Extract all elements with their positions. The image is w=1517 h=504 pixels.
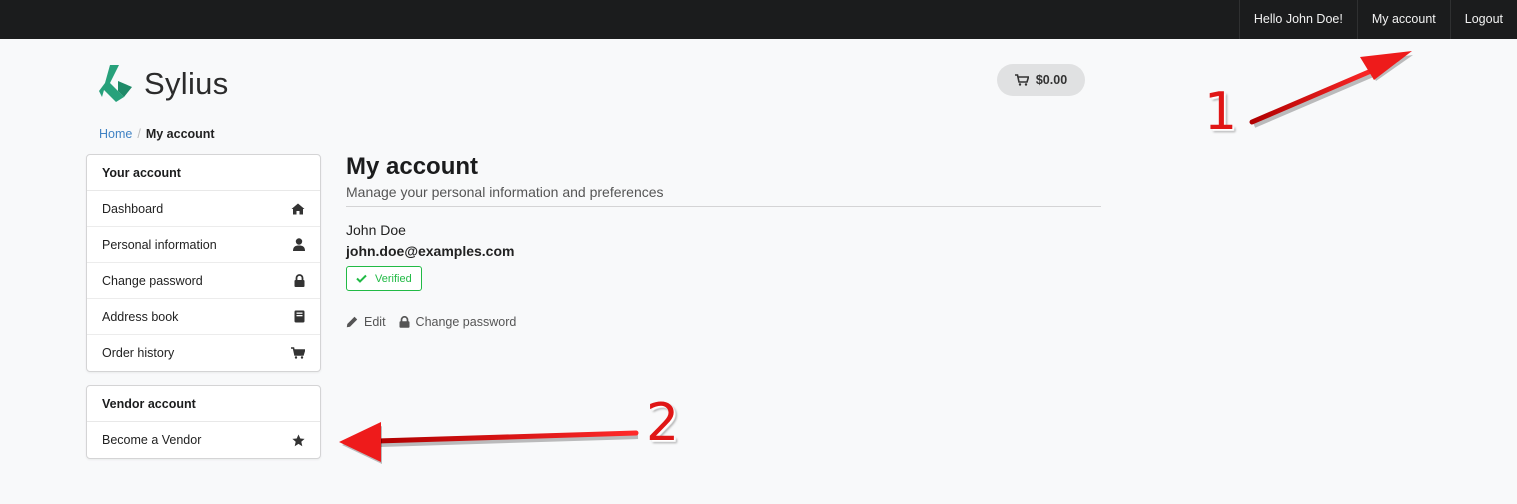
sidebar-item-label: Become a Vendor bbox=[102, 433, 202, 447]
sidebar-item-label: Dashboard bbox=[102, 201, 164, 216]
breadcrumb-home[interactable]: Home bbox=[99, 127, 132, 141]
greeting-text: Hello John Doe! bbox=[1238, 0, 1357, 39]
my-account-link[interactable]: My account bbox=[1356, 0, 1450, 39]
top-bar: Hello John Doe! My account Logout bbox=[0, 0, 1517, 39]
breadcrumb: Home / My account bbox=[99, 127, 215, 141]
breadcrumb-current: My account bbox=[145, 127, 215, 141]
verified-badge: Verified bbox=[346, 266, 422, 291]
edit-button[interactable]: Edit bbox=[346, 315, 386, 329]
sidebar-item-dashboard[interactable]: Dashboard bbox=[87, 191, 320, 227]
account-actions: Edit Change password bbox=[346, 315, 1101, 329]
page-title: My account bbox=[346, 153, 479, 180]
annotation-number-2: 2 bbox=[646, 393, 680, 453]
sidebar-item-label: Change password bbox=[102, 273, 203, 288]
vendor-menu: Vendor account Become a Vendor bbox=[86, 385, 321, 459]
account-menu: Your account Dashboard Personal informat… bbox=[86, 154, 321, 372]
book-icon bbox=[294, 310, 305, 323]
vendor-menu-header: Vendor account bbox=[87, 386, 320, 422]
sidebar-item-label: Order history bbox=[102, 346, 175, 360]
verified-badge-label: Verified bbox=[375, 272, 412, 285]
home-icon bbox=[291, 203, 305, 214]
sidebar-item-label: Address book bbox=[102, 309, 179, 324]
divider bbox=[346, 206, 1101, 207]
change-password-label: Change password bbox=[415, 315, 517, 329]
brand-name: Sylius bbox=[144, 66, 229, 101]
annotation-arrow-1 bbox=[1249, 51, 1413, 128]
logout-link[interactable]: Logout bbox=[1449, 0, 1517, 39]
sidebar-item-label: Personal information bbox=[102, 237, 217, 252]
sidebar-item-order-history[interactable]: Order history bbox=[87, 335, 320, 371]
cart-icon bbox=[1014, 74, 1029, 86]
user-name: John Doe bbox=[346, 222, 406, 238]
lock-icon bbox=[294, 274, 305, 287]
cart-total: $0.00 bbox=[1035, 73, 1068, 87]
change-password-button[interactable]: Change password bbox=[399, 315, 517, 329]
account-menu-header: Your account bbox=[87, 155, 320, 191]
page-subtitle: Manage your personal information and pre… bbox=[346, 184, 664, 200]
check-icon bbox=[356, 274, 367, 283]
user-icon bbox=[293, 238, 305, 251]
sidebar-item-become-vendor[interactable]: Become a Vendor bbox=[87, 422, 320, 458]
main-content: My account Manage your personal informat… bbox=[346, 152, 1101, 329]
logo[interactable]: Sylius bbox=[98, 64, 229, 104]
star-icon bbox=[292, 434, 305, 446]
sylius-logo-icon bbox=[99, 65, 132, 102]
annotation-number-1: 1 bbox=[1204, 82, 1238, 142]
edit-label: Edit bbox=[364, 315, 386, 329]
user-email: john.doe@examples.com bbox=[346, 243, 515, 259]
cart-button[interactable]: $0.00 bbox=[997, 64, 1085, 96]
sidebar-item-change-password[interactable]: Change password bbox=[87, 263, 320, 299]
breadcrumb-separator: / bbox=[137, 127, 141, 141]
pencil-icon bbox=[346, 316, 358, 328]
sidebar-item-personal-information[interactable]: Personal information bbox=[87, 227, 320, 263]
annotation-arrow-2 bbox=[339, 422, 639, 464]
cart-icon bbox=[291, 347, 305, 359]
sidebar-item-address-book[interactable]: Address book bbox=[87, 299, 320, 335]
lock-icon bbox=[399, 316, 410, 328]
